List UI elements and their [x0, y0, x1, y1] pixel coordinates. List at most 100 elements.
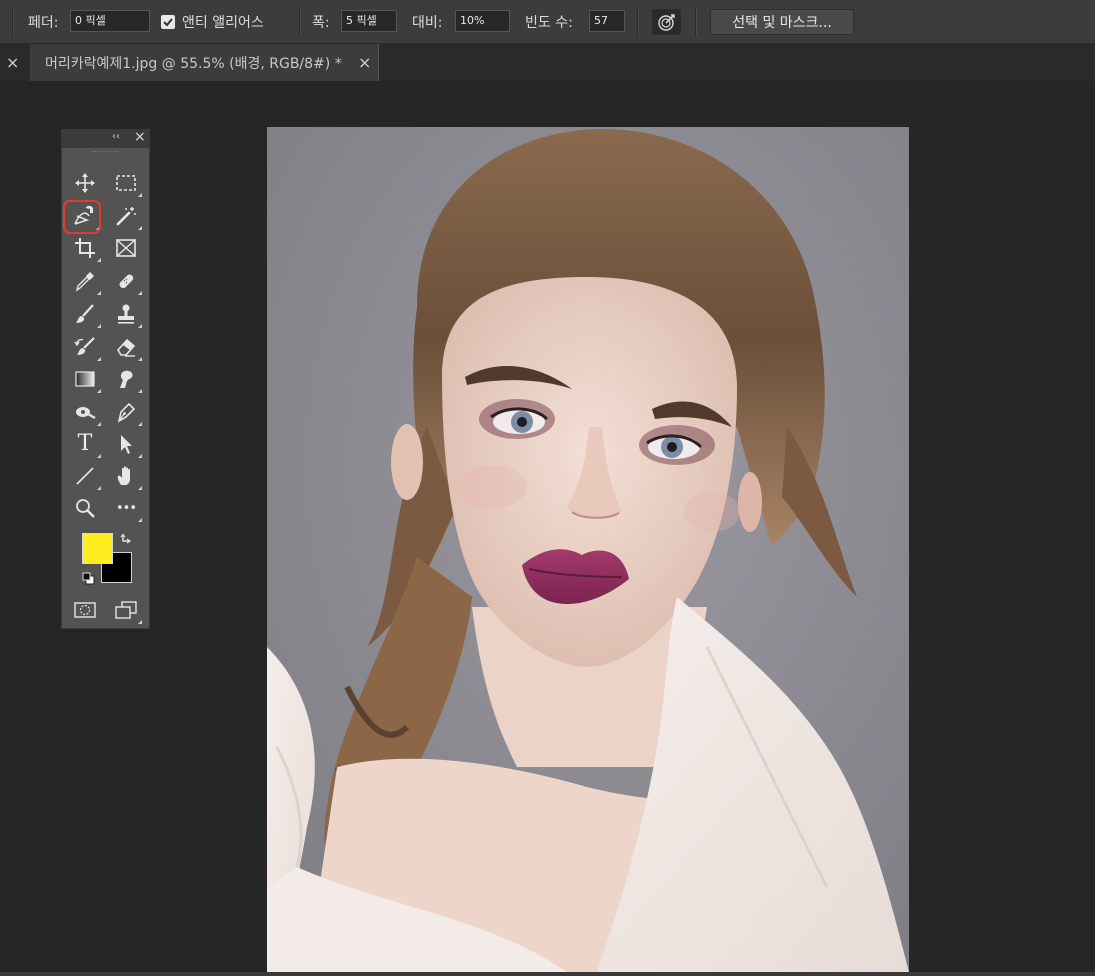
- clone-stamp-tool[interactable]: [112, 300, 142, 328]
- status-bar-edge: [0, 972, 1095, 976]
- gradient-tool[interactable]: [71, 365, 101, 393]
- tool-flyout-indicator: [138, 389, 142, 393]
- frame-tool[interactable]: [112, 234, 140, 262]
- portrait-photo: [267, 127, 909, 972]
- rectangular-marquee-icon: [116, 175, 136, 191]
- frequency-label: 빈도 수:: [525, 15, 573, 31]
- healing-brush-icon: [119, 274, 134, 289]
- separator: [637, 8, 639, 36]
- eyedropper-icon: [75, 272, 94, 292]
- document-canvas[interactable]: [267, 127, 909, 972]
- tool-flyout-indicator: [138, 518, 142, 522]
- healing-brush-tool[interactable]: [112, 267, 142, 295]
- smudge-icon: [120, 370, 133, 388]
- hand-tool[interactable]: [112, 462, 142, 490]
- magic-wand-tool[interactable]: [112, 202, 142, 230]
- tool-flyout-indicator: [138, 357, 142, 361]
- pen-tool[interactable]: [112, 398, 142, 426]
- tool-flyout-indicator: [97, 389, 101, 393]
- zoom-tool[interactable]: [71, 494, 99, 522]
- tool-flyout-indicator: [138, 454, 142, 458]
- tool-flyout-indicator: [138, 226, 142, 230]
- type-tool[interactable]: T: [71, 430, 101, 458]
- antialias-label: 앤티 앨리어스: [182, 15, 264, 31]
- contrast-input[interactable]: 10%: [455, 10, 510, 32]
- path-selection-icon: [121, 435, 132, 454]
- tools-panel-header[interactable]: ‹‹ ×: [62, 129, 149, 152]
- contrast-label: 대비:: [412, 15, 443, 31]
- rectangular-marquee-tool[interactable]: [112, 169, 142, 197]
- close-panel-icon[interactable]: ×: [134, 129, 146, 145]
- history-brush-tool[interactable]: [71, 333, 101, 361]
- hand-icon: [117, 466, 130, 485]
- swap-colors-icon[interactable]: [120, 533, 134, 547]
- document-tab-title: 머리카락예제1.jpg @ 55.5% (배경, RGB/8#) *: [45, 56, 342, 72]
- collapse-icon[interactable]: ‹‹: [112, 131, 120, 142]
- checkmark-icon: [163, 18, 173, 27]
- screen-mode-icon: [115, 601, 137, 619]
- stylus-pressure-button[interactable]: [652, 9, 681, 35]
- selected-tool-highlight: [63, 200, 101, 234]
- width-label: 폭:: [312, 15, 330, 31]
- options-grip: [12, 8, 14, 36]
- history-brush-icon: [74, 337, 95, 355]
- tool-flyout-indicator: [97, 422, 101, 426]
- feather-label: 페더:: [28, 15, 59, 31]
- line-tool[interactable]: [71, 462, 101, 490]
- separator: [695, 8, 697, 36]
- select-and-mask-button[interactable]: 선택 및 마스크...: [710, 9, 854, 35]
- default-colors-icon[interactable]: [82, 572, 95, 585]
- move-icon: [75, 173, 95, 193]
- tool-flyout-indicator: [97, 357, 101, 361]
- tool-flyout-indicator: [138, 422, 142, 426]
- more-tools-icon: •••: [115, 500, 137, 516]
- tool-flyout-indicator: [138, 486, 142, 490]
- quick-mask-button[interactable]: [71, 596, 99, 624]
- document-tab[interactable]: 머리카락예제1.jpg @ 55.5% (배경, RGB/8#) * ×: [30, 44, 379, 81]
- pen-icon: [117, 402, 136, 423]
- gradient-icon: [75, 371, 95, 387]
- panel-close-icon[interactable]: ×: [6, 55, 19, 71]
- frame-icon: [116, 239, 136, 257]
- path-selection-tool[interactable]: [112, 430, 142, 458]
- antialias-checkbox[interactable]: [161, 15, 175, 29]
- quick-mask-icon: [74, 602, 96, 618]
- separator: [299, 8, 301, 36]
- dodge-icon: [76, 407, 96, 419]
- brush-icon: [76, 304, 94, 323]
- document-tab-strip: × 머리카락예제1.jpg @ 55.5% (배경, RGB/8#) * ×: [0, 44, 1095, 81]
- magic-wand-icon: [116, 207, 136, 226]
- tool-flyout-indicator: [97, 486, 101, 490]
- tool-flyout-indicator: [138, 291, 142, 295]
- options-bar: 페더: 0 픽셀 앤티 앨리어스 폭: 5 픽셀 대비: 10% 빈도 수: 5…: [0, 0, 1095, 44]
- tool-flyout-indicator: [138, 193, 142, 197]
- eraser-tool[interactable]: [112, 333, 142, 361]
- screen-mode-button[interactable]: [112, 596, 142, 624]
- tool-flyout-indicator: [97, 324, 101, 328]
- zoom-icon: [76, 499, 95, 518]
- panel-grip: [92, 151, 118, 154]
- tool-flyout-indicator: [97, 258, 101, 262]
- tool-flyout-indicator: [97, 454, 101, 458]
- tool-flyout-indicator: [97, 291, 101, 295]
- type-icon: T: [77, 431, 93, 456]
- frequency-input[interactable]: 57: [589, 10, 625, 32]
- stylus-pressure-icon: [657, 14, 675, 31]
- move-tool[interactable]: [71, 169, 99, 197]
- tool-flyout-indicator: [138, 324, 142, 328]
- eyedropper-tool[interactable]: [71, 267, 101, 295]
- tool-flyout-indicator: [138, 620, 142, 624]
- crop-icon: [75, 238, 95, 258]
- clone-stamp-icon: [118, 304, 134, 324]
- eraser-icon: [117, 338, 136, 357]
- feather-input[interactable]: 0 픽셀: [70, 10, 150, 32]
- smudge-tool[interactable]: [112, 365, 142, 393]
- crop-tool[interactable]: [71, 234, 101, 262]
- close-tab-icon[interactable]: ×: [358, 55, 371, 71]
- brush-tool[interactable]: [71, 300, 101, 328]
- foreground-color-swatch[interactable]: [82, 533, 113, 564]
- width-input[interactable]: 5 픽셀: [341, 10, 397, 32]
- dodge-tool[interactable]: [71, 398, 101, 426]
- more-tools-button[interactable]: •••: [112, 494, 142, 522]
- line-icon: [76, 467, 94, 485]
